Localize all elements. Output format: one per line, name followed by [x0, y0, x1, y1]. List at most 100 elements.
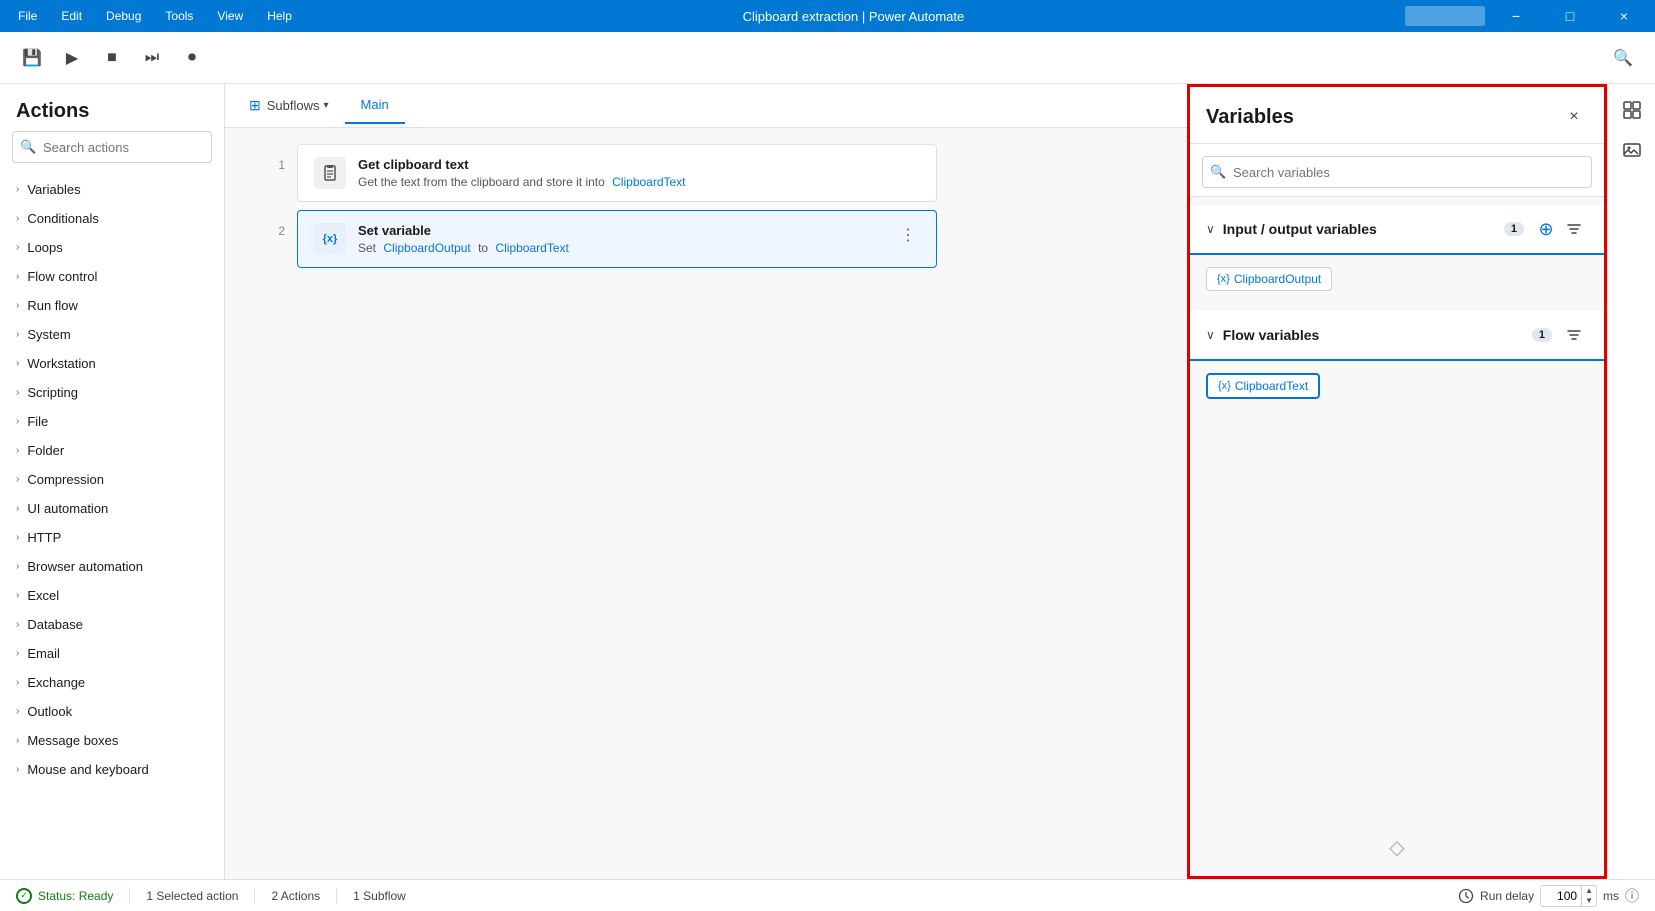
status-divider-2: [254, 888, 255, 904]
action-item-excel[interactable]: › Excel: [0, 581, 224, 610]
action-item-message-boxes[interactable]: › Message boxes: [0, 726, 224, 755]
step-2-var-clipboard-output[interactable]: ClipboardOutput: [383, 241, 470, 255]
step-card-1[interactable]: Get clipboard text Get the text from the…: [297, 144, 937, 202]
step-2-menu-button[interactable]: ⋮: [896, 223, 920, 247]
image-rail-button[interactable]: [1614, 132, 1650, 168]
subflows-icon: ⊞: [249, 97, 261, 114]
action-item-folder[interactable]: › Folder: [0, 436, 224, 465]
chevron-icon: ›: [16, 648, 19, 659]
chevron-icon: ›: [16, 416, 19, 427]
subflows-chevron-icon: ▾: [323, 100, 328, 111]
action-label: Flow control: [27, 269, 97, 284]
flow-variables-count: 1: [1532, 328, 1552, 342]
run-delay-icon: [1458, 888, 1474, 904]
main-layout: Actions 🔍 › Variables › Conditionals › L…: [0, 84, 1655, 879]
step-button[interactable]: ⏭: [136, 42, 168, 74]
search-icon: 🔍: [20, 139, 36, 155]
chevron-icon: ›: [16, 358, 19, 369]
filter-input-output-button[interactable]: [1560, 215, 1588, 243]
chevron-icon: ›: [16, 474, 19, 485]
action-item-file[interactable]: › File: [0, 407, 224, 436]
menu-debug[interactable]: Debug: [96, 5, 151, 27]
step-2-content: Set variable Set ClipboardOutput to Clip…: [358, 223, 884, 255]
var-chip-clipboard-output[interactable]: {x} ClipboardOutput: [1206, 267, 1332, 291]
user-avatar: [1405, 6, 1485, 26]
search-actions-input[interactable]: [12, 131, 212, 163]
flow-variables-title: Flow variables: [1223, 327, 1524, 343]
step-2-var-clipboard-text[interactable]: ClipboardText: [495, 241, 568, 255]
main-tab[interactable]: Main: [345, 87, 405, 124]
status-ready-label: Status: Ready: [38, 889, 113, 903]
action-item-variables[interactable]: › Variables: [0, 175, 224, 204]
diamond-icon: ◇: [1389, 835, 1404, 860]
run-button[interactable]: ▶: [56, 42, 88, 74]
canvas-search-button[interactable]: 🔍: [1607, 42, 1639, 74]
menu-view[interactable]: View: [207, 5, 253, 27]
action-item-browser-automation[interactable]: › Browser automation: [0, 552, 224, 581]
menu-tools[interactable]: Tools: [155, 5, 203, 27]
canvas-tabs: ⊞ Subflows ▾ Main: [225, 84, 1187, 128]
stop-button[interactable]: ■: [96, 42, 128, 74]
search-variables-input[interactable]: [1202, 156, 1592, 188]
flow-variables-items: {x} ClipboardText: [1190, 361, 1604, 411]
minimize-button[interactable]: −: [1493, 0, 1539, 32]
save-button[interactable]: 💾: [16, 42, 48, 74]
action-item-conditionals[interactable]: › Conditionals: [0, 204, 224, 233]
canvas-area: ⊞ Subflows ▾ Main 1: [225, 84, 1187, 879]
step-2-desc-prefix: Set: [358, 241, 376, 255]
subflows-button[interactable]: ⊞ Subflows ▾: [237, 91, 341, 120]
action-item-ui-automation[interactable]: › UI automation: [0, 494, 224, 523]
menu-help[interactable]: Help: [257, 5, 302, 27]
var-chip-clipboard-text[interactable]: {x} ClipboardText: [1206, 373, 1320, 399]
action-item-compression[interactable]: › Compression: [0, 465, 224, 494]
action-item-flow-control[interactable]: › Flow control: [0, 262, 224, 291]
action-item-loops[interactable]: › Loops: [0, 233, 224, 262]
variables-panel: Variables × 🔍 ∨ Input / output variables…: [1187, 84, 1607, 879]
step-card-2[interactable]: {x} Set variable Set ClipboardOutput to …: [297, 210, 937, 268]
chevron-icon: ›: [16, 619, 19, 630]
step-2-title: Set variable: [358, 223, 884, 238]
run-delay-up-button[interactable]: ▲: [1582, 886, 1596, 896]
menu-bar[interactable]: File Edit Debug Tools View Help: [8, 5, 302, 27]
action-item-database[interactable]: › Database: [0, 610, 224, 639]
action-item-email[interactable]: › Email: [0, 639, 224, 668]
input-output-items: {x} ClipboardOutput: [1190, 255, 1604, 303]
selected-actions-label: 1 Selected action: [146, 889, 238, 903]
action-item-system[interactable]: › System: [0, 320, 224, 349]
action-item-workstation[interactable]: › Workstation: [0, 349, 224, 378]
title-bar: File Edit Debug Tools View Help Clipboar…: [0, 0, 1655, 32]
input-output-section-header[interactable]: ∨ Input / output variables 1 ⊕: [1190, 205, 1604, 255]
close-button[interactable]: ×: [1601, 0, 1647, 32]
add-variable-button[interactable]: ⊕: [1532, 215, 1560, 243]
chevron-icon: ›: [16, 561, 19, 572]
run-delay-value[interactable]: [1541, 886, 1581, 906]
flow-step-2: 2 {x} Set variable Set ClipboardOutput t…: [257, 210, 1155, 268]
action-item-mouse-keyboard[interactable]: › Mouse and keyboard: [0, 755, 224, 784]
menu-edit[interactable]: Edit: [51, 5, 92, 27]
action-item-exchange[interactable]: › Exchange: [0, 668, 224, 697]
step-1-var-clipboard-text[interactable]: ClipboardText: [612, 175, 685, 189]
maximize-button[interactable]: □: [1547, 0, 1593, 32]
extensions-rail-button[interactable]: [1614, 92, 1650, 128]
icon-rail: [1607, 84, 1655, 879]
run-delay-down-button[interactable]: ▼: [1582, 896, 1596, 906]
flow-variables-section-header[interactable]: ∨ Flow variables 1: [1190, 311, 1604, 361]
variables-title: Variables: [1206, 106, 1294, 129]
chevron-icon: ›: [16, 445, 19, 456]
chevron-icon: ›: [16, 300, 19, 311]
chevron-icon: ›: [16, 532, 19, 543]
menu-file[interactable]: File: [8, 5, 47, 27]
var-chip-label: ClipboardText: [1235, 379, 1308, 393]
action-item-http[interactable]: › HTTP: [0, 523, 224, 552]
variables-close-button[interactable]: ×: [1560, 103, 1588, 131]
step-1-desc-prefix: Get the text from the clipboard and stor…: [358, 175, 605, 189]
step-1-desc: Get the text from the clipboard and stor…: [358, 175, 920, 189]
action-item-run-flow[interactable]: › Run flow: [0, 291, 224, 320]
run-delay-label: Run delay: [1480, 889, 1534, 903]
record-button[interactable]: ⏺: [176, 42, 208, 74]
run-delay-info-icon[interactable]: ⓘ: [1625, 886, 1639, 906]
action-item-outlook[interactable]: › Outlook: [0, 697, 224, 726]
filter-flow-variables-button[interactable]: [1560, 321, 1588, 349]
action-item-scripting[interactable]: › Scripting: [0, 378, 224, 407]
actions-list: › Variables › Conditionals › Loops › Flo…: [0, 171, 224, 879]
